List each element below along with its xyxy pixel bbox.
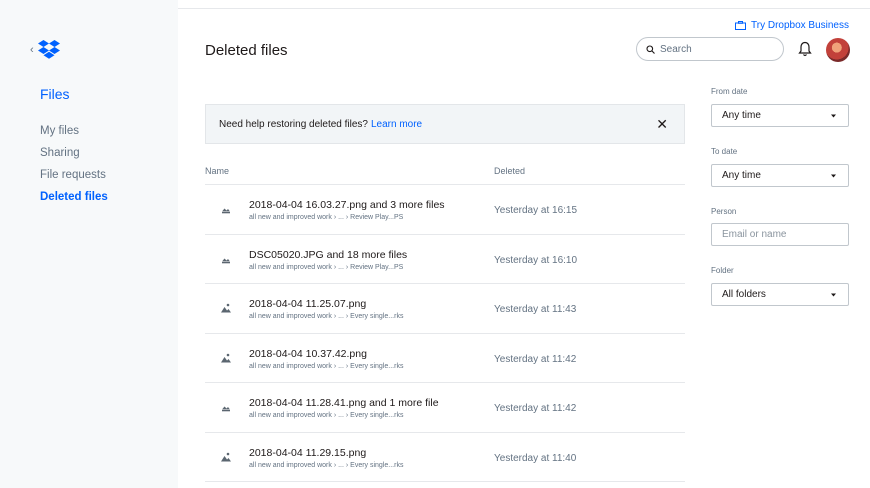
file-path: all new and improved work › ... › Every …	[249, 362, 404, 370]
sidebar-item-sharing[interactable]: Sharing	[40, 147, 108, 169]
image-file-icon	[221, 303, 231, 313]
table-row[interactable]: 2018-04-04 10.37.42.png all new and impr…	[205, 334, 685, 383]
close-icon[interactable]: ✕	[656, 116, 668, 133]
sidebar: ‹ Files My files Sharing File requests D…	[0, 0, 178, 488]
sidebar-nav: My files Sharing File requests Deleted f…	[40, 125, 108, 213]
file-name: 2018-04-04 11.29.15.png	[249, 446, 367, 459]
table-row[interactable]: 2018-04-04 16.03.27.png and 3 more files…	[205, 185, 685, 235]
chevron-down-icon	[831, 174, 836, 178]
table-row[interactable]: DSC05020.JPG and 18 more files all new a…	[205, 235, 685, 284]
table-row[interactable]: 2018-04-04 11.29.15.png all new and impr…	[205, 433, 685, 482]
file-stack-icon	[222, 406, 230, 412]
person-placeholder: Email or name	[722, 229, 787, 240]
from-date-label: From date	[711, 87, 748, 96]
folder-value: All folders	[722, 289, 766, 300]
top-divider	[178, 8, 870, 9]
file-path: all new and improved work › ... › Every …	[249, 412, 404, 419]
person-input[interactable]: Email or name	[711, 223, 849, 246]
column-header-deleted[interactable]: Deleted	[494, 166, 525, 176]
file-name: 2018-04-04 16.03.27.png and 3 more files	[249, 199, 445, 211]
sidebar-section-files[interactable]: Files	[40, 86, 70, 102]
chevron-down-icon	[831, 114, 836, 118]
search-placeholder: Search	[660, 43, 692, 55]
file-path: all new and improved work › ... › Every …	[249, 313, 404, 320]
image-file-icon	[221, 353, 231, 362]
file-name: 2018-04-04 11.25.07.png	[249, 298, 367, 310]
person-label: Person	[711, 207, 737, 216]
to-date-select[interactable]: Any time	[711, 164, 849, 187]
deleted-date: Yesterday at 11:40	[494, 452, 577, 464]
chevron-down-icon	[831, 293, 836, 297]
from-date-value: Any time	[722, 110, 761, 121]
try-business-link[interactable]: Try Dropbox Business	[735, 20, 849, 31]
avatar[interactable]	[826, 38, 850, 62]
banner-text: Need help restoring deleted files?	[219, 118, 368, 130]
file-stack-icon	[222, 208, 230, 214]
file-path: all new and improved work › ... › Review…	[249, 263, 404, 271]
deleted-date: Yesterday at 16:10	[494, 254, 578, 266]
deleted-date: Yesterday at 16:15	[494, 205, 578, 216]
file-path: all new and improved work › ... › Review…	[249, 214, 404, 221]
page-title: Deleted files	[205, 42, 288, 59]
from-date-select[interactable]: Any time	[711, 104, 849, 127]
file-name: 2018-04-04 10.37.42.png	[249, 347, 367, 360]
deleted-date: Yesterday at 11:42	[494, 353, 577, 365]
table-row[interactable]: 2018-04-04 11.25.07.png all new and impr…	[205, 284, 685, 334]
sidebar-item-deleted-files[interactable]: Deleted files	[40, 191, 108, 213]
sidebar-item-file-requests[interactable]: File requests	[40, 169, 108, 191]
column-header-name[interactable]: Name	[205, 166, 229, 176]
to-date-label: To date	[711, 147, 738, 156]
search-input[interactable]: Search	[636, 37, 784, 61]
to-date-value: Any time	[722, 170, 761, 181]
try-business-label: Try Dropbox Business	[751, 20, 849, 31]
folder-label: Folder	[711, 266, 734, 275]
briefcase-icon	[735, 21, 746, 30]
folder-select[interactable]: All folders	[711, 283, 849, 306]
dropbox-icon	[37, 40, 60, 59]
deleted-date: Yesterday at 11:42	[494, 403, 577, 414]
file-name: 2018-04-04 11.28.41.png and 1 more file	[249, 397, 439, 409]
image-file-icon	[221, 452, 231, 461]
file-path: all new and improved work › ... › Every …	[249, 461, 404, 469]
learn-more-link[interactable]: Learn more	[371, 119, 422, 130]
file-name: DSC05020.JPG and 18 more files	[249, 248, 408, 261]
restore-help-banner: Need help restoring deleted files? Learn…	[205, 104, 685, 144]
sidebar-item-my-files[interactable]: My files	[40, 125, 108, 147]
dropbox-logo[interactable]: ‹	[30, 40, 60, 59]
deleted-files-list: 2018-04-04 16.03.27.png and 3 more files…	[205, 185, 685, 482]
bell-icon[interactable]	[798, 41, 812, 57]
chevron-left-icon: ‹	[30, 43, 34, 56]
file-stack-icon	[222, 258, 230, 263]
deleted-date: Yesterday at 11:43	[494, 304, 577, 315]
table-row[interactable]: 2018-04-04 11.28.41.png and 1 more file …	[205, 383, 685, 433]
search-icon	[646, 44, 655, 54]
